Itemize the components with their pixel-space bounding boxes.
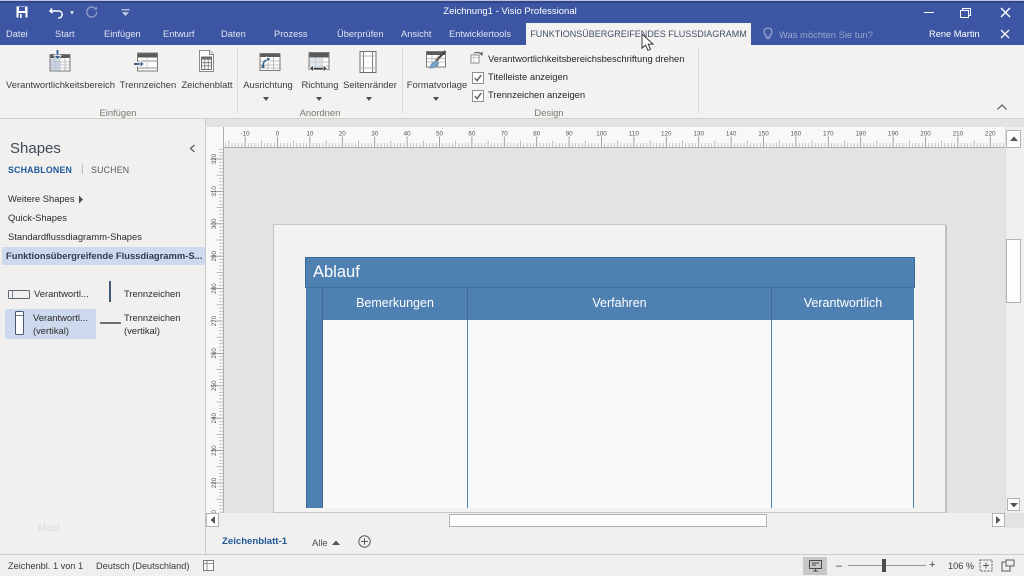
svg-text:220: 220 bbox=[211, 477, 218, 488]
svg-text:130: 130 bbox=[693, 131, 704, 138]
svg-text:90: 90 bbox=[566, 131, 574, 138]
svg-text:320: 320 bbox=[211, 153, 218, 164]
svg-text:270: 270 bbox=[211, 315, 218, 326]
svg-text:10: 10 bbox=[306, 131, 314, 138]
svg-text:240: 240 bbox=[211, 412, 218, 423]
svg-text:120: 120 bbox=[661, 131, 672, 138]
svg-text:210: 210 bbox=[953, 131, 964, 138]
svg-text:80: 80 bbox=[533, 131, 541, 138]
svg-text:60: 60 bbox=[468, 131, 476, 138]
svg-text:30: 30 bbox=[371, 131, 379, 138]
svg-text:180: 180 bbox=[855, 131, 866, 138]
svg-text:220: 220 bbox=[985, 131, 996, 138]
svg-text:110: 110 bbox=[629, 131, 640, 138]
svg-text:280: 280 bbox=[211, 283, 218, 294]
svg-text:-10: -10 bbox=[241, 131, 251, 138]
svg-text:20: 20 bbox=[339, 131, 347, 138]
svg-text:50: 50 bbox=[436, 131, 444, 138]
svg-text:300: 300 bbox=[211, 218, 218, 229]
svg-text:230: 230 bbox=[211, 445, 218, 456]
svg-text:40: 40 bbox=[404, 131, 412, 138]
svg-text:260: 260 bbox=[211, 348, 218, 359]
svg-text:140: 140 bbox=[726, 131, 737, 138]
svg-text:250: 250 bbox=[211, 380, 218, 391]
svg-text:150: 150 bbox=[758, 131, 769, 138]
svg-text:0: 0 bbox=[276, 131, 280, 138]
svg-text:310: 310 bbox=[211, 186, 218, 197]
svg-text:70: 70 bbox=[501, 131, 509, 138]
svg-text:160: 160 bbox=[791, 131, 802, 138]
svg-text:170: 170 bbox=[823, 131, 834, 138]
svg-text:100: 100 bbox=[596, 131, 607, 138]
svg-text:290: 290 bbox=[211, 250, 218, 261]
svg-text:190: 190 bbox=[888, 131, 899, 138]
svg-text:200: 200 bbox=[920, 131, 931, 138]
